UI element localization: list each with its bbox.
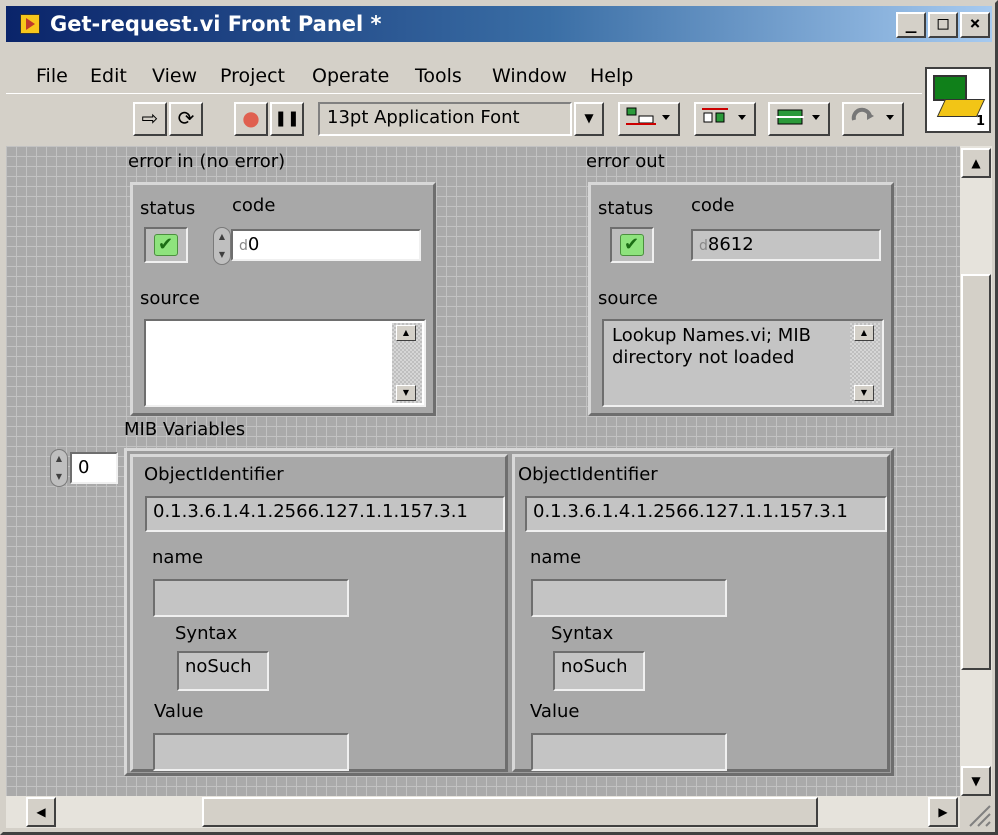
vi-icon-number: 1 [975,114,985,129]
syntax-label: Syntax [175,623,238,644]
error-out-cluster: status code ✔ d8612 source Lookup Names.… [588,182,894,416]
error-in-code-label: code [232,195,276,216]
menu-tools[interactable]: Tools [415,65,462,87]
error-out-code-label: code [691,195,735,216]
name-label: name [530,547,582,568]
labview-app-icon[interactable] [20,14,40,34]
error-in-code-increment-icon[interactable]: ▲ ▼ [213,227,231,265]
scroll-down-icon[interactable]: ▼ [961,766,991,796]
scroll-right-icon[interactable]: ▶ [928,797,958,827]
pause-icon[interactable]: ❚❚ [270,102,304,136]
error-in-cluster: status code ✔ ▲ ▼ d0 source ▲ ▼ [130,182,436,416]
resize-grip-icon[interactable] [960,796,992,828]
vertical-scrollbar[interactable]: ▲ ▼ [960,146,992,796]
error-in-label: error in (no error) [128,151,286,172]
value-label: Value [530,701,580,722]
error-in-source-label: source [140,288,200,309]
value-label: Value [154,701,204,722]
labview-window: Get-request.vi Front Panel * _ □ × File … [0,0,998,835]
error-out-status-indicator: ✔ [610,227,654,263]
status-check-icon: ✔ [154,234,178,256]
mib-element-1: ObjectIdentifier 0.1.3.6.1.4.1.2566.127.… [130,454,508,772]
menu-file[interactable]: File [36,65,68,87]
title-bar[interactable]: Get-request.vi Front Panel * _ □ × [6,6,992,42]
syntax-field: noSuch [553,651,645,691]
run-arrow-icon[interactable]: ⇨ [133,102,167,136]
syntax-field: noSuch [177,651,269,691]
error-in-code-field[interactable]: d0 [231,229,421,261]
error-out-source-label: source [598,288,658,309]
error-out-code-field: d8612 [691,229,881,261]
font-selector[interactable]: 13pt Application Font [318,102,572,136]
scroll-down-icon[interactable]: ▼ [396,385,416,401]
mib-element-2: ObjectIdentifier 0.1.3.6.1.4.1.2566.127.… [512,454,890,772]
maximize-button[interactable]: □ [928,12,958,38]
menu-project[interactable]: Project [220,65,285,87]
vi-icon-screen [933,75,967,101]
error-in-source-field[interactable]: ▲ ▼ [144,319,426,407]
horizontal-scroll-thumb[interactable] [202,797,818,827]
oid-field: 0.1.3.6.1.4.1.2566.127.1.1.157.3.1 [525,496,887,532]
run-continuously-icon[interactable]: ⟳ [169,102,203,136]
oid-label: ObjectIdentifier [144,464,284,485]
abort-execution-icon[interactable]: ● [234,102,268,136]
error-out-label: error out [586,151,665,172]
horizontal-scrollbar[interactable]: ◀ ▶ [6,796,960,828]
array-index-field[interactable]: 0 [70,452,118,484]
align-objects-icon[interactable] [618,102,680,136]
font-dropdown-icon[interactable]: ▼ [574,102,604,136]
oid-field: 0.1.3.6.1.4.1.2566.127.1.1.157.3.1 [145,496,505,532]
front-panel[interactable]: error in (no error) status code ✔ ▲ ▼ d0 … [6,146,960,796]
vi-connector-icon[interactable]: 1 [925,67,991,133]
error-in-status-checkbox[interactable]: ✔ [144,227,188,263]
menu-help[interactable]: Help [590,65,633,87]
resize-objects-icon[interactable] [768,102,830,136]
value-field [531,733,727,771]
error-out-source-field: Lookup Names.vi; MIB directory not loade… [602,319,884,407]
toolbar: ⇨ ⟳ ● ❚❚ 13pt Application Font ▼ [6,93,922,147]
error-out-source-text: Lookup Names.vi; MIB directory not loade… [612,325,811,368]
menu-edit[interactable]: Edit [90,65,127,87]
scroll-down-icon[interactable]: ▼ [854,385,874,401]
window-title: Get-request.vi Front Panel * [50,12,382,36]
minimize-button[interactable]: _ [896,12,926,38]
close-button[interactable]: × [960,12,990,38]
name-field [531,579,727,617]
distribute-objects-icon[interactable] [694,102,756,136]
scroll-up-icon[interactable]: ▲ [961,148,991,178]
menu-view[interactable]: View [152,65,197,87]
error-out-status-label: status [598,198,654,219]
name-field [153,579,349,617]
vertical-scroll-thumb[interactable] [961,274,991,670]
value-field [153,733,349,771]
status-check-icon: ✔ [620,234,644,256]
scroll-up-icon[interactable]: ▲ [854,325,874,341]
scroll-left-icon[interactable]: ◀ [26,797,56,827]
menu-bar: File Edit View Project Operate Tools Win… [6,43,924,93]
oid-label: ObjectIdentifier [518,464,658,485]
error-in-status-label: status [140,198,196,219]
menu-operate[interactable]: Operate [312,65,389,87]
syntax-label: Syntax [551,623,614,644]
menu-window[interactable]: Window [492,65,567,87]
reorder-icon[interactable] [842,102,904,136]
name-label: name [152,547,204,568]
mib-variables-label: MIB Variables [124,419,246,440]
scroll-up-icon[interactable]: ▲ [396,325,416,341]
array-index-increment-icon[interactable]: ▲ ▼ [50,449,68,487]
